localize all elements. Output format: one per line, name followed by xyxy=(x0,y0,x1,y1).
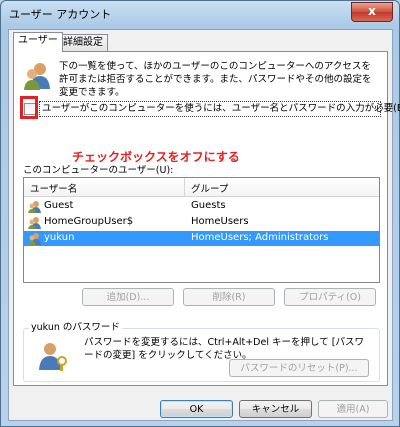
window-title: ユーザー アカウント xyxy=(9,8,112,21)
user-group-cell: HomeUsers xyxy=(191,216,249,227)
reset-password-button[interactable]: パスワードのリセット(P)... xyxy=(229,359,369,377)
column-divider[interactable] xyxy=(184,178,185,196)
user-group-cell: HomeUsers; Administrators xyxy=(191,232,329,243)
user-icon xyxy=(28,233,41,245)
column-header-group[interactable]: グループ xyxy=(191,181,228,195)
tab-advanced[interactable]: 詳細設定 xyxy=(58,34,108,51)
column-header-username[interactable]: ユーザー名 xyxy=(30,181,77,195)
user-accounts-window: ユーザー アカウント x ユーザー 詳細設定 下の一覧を使って、ほかのユーザーの… xyxy=(0,0,400,427)
user-icon xyxy=(28,201,41,213)
user-group-cell: Guests xyxy=(191,200,226,211)
password-group-title: yukun のパスワード xyxy=(29,319,122,333)
user-name-cell: yukun xyxy=(44,232,75,243)
table-row[interactable]: Guest Guests xyxy=(24,199,379,214)
password-group: パスワードを変更するには、Ctrl+Alt+Del キーを押して [パスワードの… xyxy=(23,328,380,382)
table-row-selected[interactable]: yukun HomeUsers; Administrators xyxy=(24,231,379,246)
add-user-button[interactable]: 追加(D)... xyxy=(82,288,174,306)
ok-button[interactable]: OK xyxy=(160,400,233,418)
user-icon xyxy=(28,217,41,229)
checkbox-highlight-box xyxy=(20,96,38,119)
user-name-cell: HomeGroupUser$ xyxy=(44,216,134,227)
user-key-icon xyxy=(39,343,67,371)
users-icon xyxy=(24,63,50,90)
intro-text: 下の一覧を使って、ほかのユーザーのこのコンピューターへのアクセスを許可または拒否… xyxy=(59,61,372,98)
close-button[interactable]: x xyxy=(351,2,393,22)
cancel-button[interactable]: キャンセル xyxy=(239,400,312,418)
users-listview[interactable]: ユーザー名 グループ Guest Guests HomeGroupUser$ H… xyxy=(23,177,380,283)
user-name-cell: Guest xyxy=(44,200,74,211)
users-list-label: このコンピューターのユーザー(U): xyxy=(23,165,174,176)
table-row[interactable]: HomeGroupUser$ HomeUsers xyxy=(24,215,379,230)
properties-button[interactable]: プロパティ(O) xyxy=(284,288,376,306)
require-login-label[interactable]: ユーザーがこのコンピューターを使うには、ユーザー名とパスワードの入力が必要(E) xyxy=(39,101,400,117)
apply-button[interactable]: 適用(A) xyxy=(318,400,388,418)
listview-header: ユーザー名 グループ xyxy=(24,178,379,197)
require-login-row: ユーザーがこのコンピューターを使うには、ユーザー名とパスワードの入力が必要(E) xyxy=(20,96,400,119)
remove-user-button[interactable]: 削除(R) xyxy=(183,288,275,306)
dialog-client: ユーザー 詳細設定 下の一覧を使って、ほかのユーザーのこのコンピューターへのアク… xyxy=(8,29,400,421)
title-bar[interactable]: ユーザー アカウント x xyxy=(1,1,399,23)
users-tab-panel: 下の一覧を使って、ほかのユーザーのこのコンピューターへのアクセスを許可または拒否… xyxy=(13,51,400,386)
tab-users[interactable]: ユーザー xyxy=(13,32,63,52)
